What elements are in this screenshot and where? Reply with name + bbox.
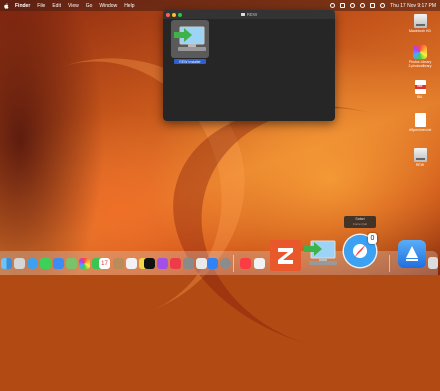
menu-go[interactable]: Go bbox=[86, 3, 93, 9]
finder-icon[interactable] bbox=[1, 258, 12, 269]
photos-icon[interactable] bbox=[79, 258, 90, 269]
pages-icon[interactable] bbox=[254, 258, 265, 269]
dock-tooltip: Safari Force Quit bbox=[344, 216, 376, 228]
launchpad-icon[interactable] bbox=[14, 258, 25, 269]
zotero-icon[interactable] bbox=[270, 240, 301, 271]
battery-icon[interactable] bbox=[340, 3, 346, 8]
pdf-badge: PDF bbox=[414, 85, 426, 89]
rew-installer-file[interactable]: REW Installer bbox=[169, 20, 211, 64]
menu-help[interactable]: Help bbox=[124, 3, 134, 9]
tooltip-subtitle: Force Quit bbox=[352, 222, 367, 226]
drag-badge: 0 bbox=[368, 233, 377, 244]
window-titlebar[interactable]: REW bbox=[163, 10, 335, 19]
contacts-icon[interactable] bbox=[113, 258, 124, 269]
hard-drive-icon bbox=[413, 148, 427, 162]
menu-file[interactable]: File bbox=[37, 3, 45, 9]
messages-icon[interactable] bbox=[40, 258, 51, 269]
desktop-icon-photos-library[interactable]: Photos Library 2.photoslibrary bbox=[401, 45, 439, 68]
finder-window: REW REW Installer bbox=[163, 10, 335, 121]
dock-separator bbox=[233, 255, 234, 272]
spotlight-search-icon[interactable] bbox=[360, 3, 366, 8]
stocks-icon[interactable] bbox=[183, 258, 194, 269]
pdf-file-icon: PDF bbox=[414, 80, 426, 94]
disk-image-icon bbox=[240, 13, 245, 17]
tv-icon[interactable] bbox=[144, 258, 155, 269]
mail-icon[interactable] bbox=[53, 258, 64, 269]
text-file-icon bbox=[414, 113, 426, 127]
dock-separator bbox=[389, 255, 390, 272]
file-label: REW Installer bbox=[174, 59, 206, 64]
status-icon[interactable] bbox=[330, 3, 336, 8]
desktop-icon-label: REW bbox=[415, 163, 425, 167]
menu-view[interactable]: View bbox=[68, 3, 79, 9]
maps-icon[interactable] bbox=[66, 258, 77, 269]
desktop-icon-rew-volume[interactable]: REW bbox=[405, 148, 435, 167]
preview-icon[interactable] bbox=[196, 258, 207, 269]
control-center-icon[interactable] bbox=[370, 3, 376, 8]
desktop-icon-txt[interactable]: rtSpecimen.txt bbox=[405, 113, 435, 132]
desktop-icon-label: Bill- bbox=[417, 95, 423, 99]
desktop-icon-label: rtSpecimen.txt bbox=[408, 128, 432, 132]
calendar-icon[interactable]: 17 bbox=[99, 258, 110, 269]
installer-icon bbox=[171, 20, 209, 58]
news-icon[interactable] bbox=[170, 258, 181, 269]
safari-icon[interactable] bbox=[27, 258, 38, 269]
photos-library-icon bbox=[413, 45, 427, 59]
trash-icon[interactable] bbox=[428, 257, 438, 269]
desktop-icon-macintosh-hd[interactable]: Macintosh HD bbox=[405, 14, 435, 33]
menu-clock[interactable]: Thu 17 Nov 9:17 PM bbox=[390, 3, 436, 9]
apple-menu-icon[interactable] bbox=[4, 2, 9, 9]
menu-app-name[interactable]: Finder bbox=[15, 3, 30, 9]
rew-installer-icon[interactable] bbox=[302, 237, 340, 271]
desktop-icon-pdf[interactable]: PDF Bill- bbox=[405, 80, 435, 99]
menu-edit[interactable]: Edit bbox=[52, 3, 61, 9]
podcasts-icon[interactable] bbox=[157, 258, 168, 269]
downloads-stack-icon[interactable] bbox=[398, 240, 426, 268]
siri-icon[interactable] bbox=[380, 3, 386, 8]
desktop-icon-label: Macintosh HD bbox=[409, 29, 431, 33]
app-store-icon[interactable] bbox=[207, 258, 218, 269]
music-icon[interactable] bbox=[240, 258, 251, 269]
hard-drive-icon bbox=[413, 14, 427, 28]
system-settings-icon[interactable] bbox=[220, 258, 231, 269]
window-title: REW bbox=[246, 12, 258, 17]
wifi-icon[interactable] bbox=[350, 3, 356, 8]
menu-window[interactable]: Window bbox=[99, 3, 117, 9]
desktop-icon-label: Photos Library 2.photoslibrary bbox=[408, 60, 432, 68]
reminders-icon[interactable] bbox=[126, 258, 137, 269]
